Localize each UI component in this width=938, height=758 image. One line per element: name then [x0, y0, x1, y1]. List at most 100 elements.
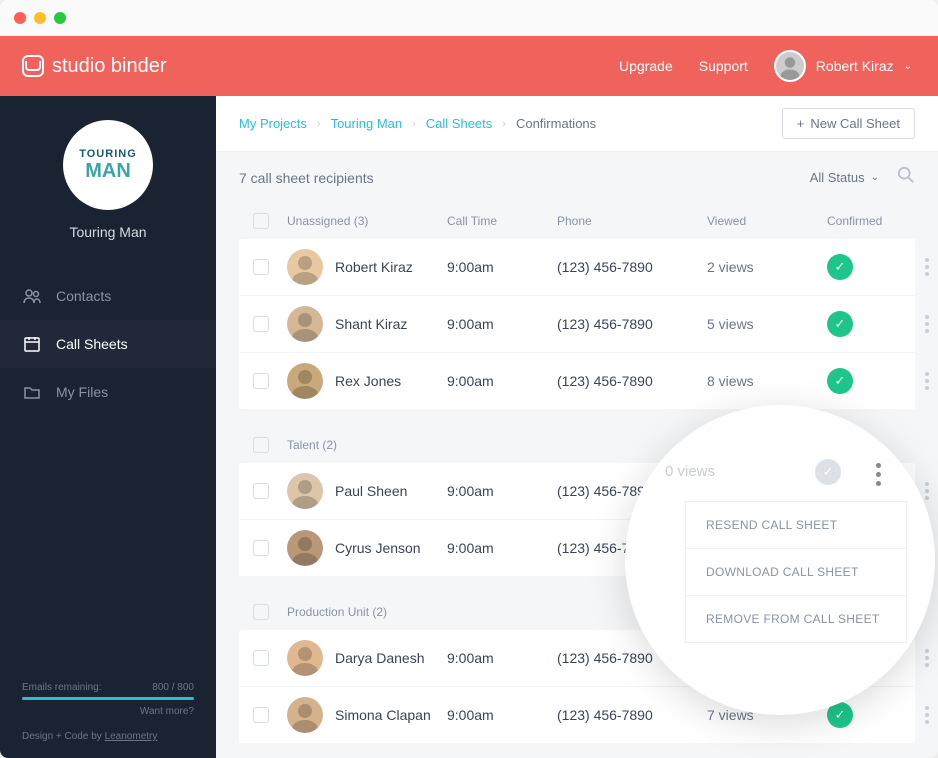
recipient-avatar	[287, 640, 323, 676]
header-right: Upgrade Support Robert Kiraz ⌄	[619, 50, 912, 82]
viewed-count: 8 views	[707, 373, 827, 389]
row-more-icon[interactable]	[917, 315, 937, 333]
contacts-icon	[22, 286, 42, 306]
more-dots-icon[interactable]	[876, 463, 881, 486]
credit-link[interactable]: Leanometry	[105, 731, 158, 742]
call-time: 9:00am	[447, 650, 557, 666]
row-checkbox[interactable]	[253, 540, 269, 556]
maximize-dot[interactable]	[54, 12, 66, 24]
crumb-current: Confirmations	[516, 116, 596, 131]
call-time: 9:00am	[447, 540, 557, 556]
call-time: 9:00am	[447, 373, 557, 389]
new-callsheet-label: New Call Sheet	[810, 116, 900, 131]
minimize-dot[interactable]	[34, 12, 46, 24]
emails-value: 800 / 800	[152, 682, 194, 693]
recipient-avatar	[287, 697, 323, 733]
upgrade-link[interactable]: Upgrade	[619, 58, 673, 74]
group-title: Talent (2)	[287, 438, 447, 452]
folder-icon	[22, 382, 42, 402]
menu-download[interactable]: DOWNLOAD CALL SHEET	[686, 549, 906, 596]
sidebar-item-label: Contacts	[56, 288, 111, 304]
viewed-count: 2 views	[707, 259, 827, 275]
name-cell: Robert Kiraz	[287, 249, 447, 285]
recipient-name: Shant Kiraz	[335, 316, 407, 332]
recipient-group: Unassigned (3) Call Time Phone Viewed Co…	[239, 203, 915, 409]
menu-resend[interactable]: RESEND CALL SHEET	[686, 502, 906, 549]
search-icon[interactable]	[897, 166, 915, 189]
call-time: 9:00am	[447, 483, 557, 499]
user-avatar	[774, 50, 806, 82]
sidebar-item-callsheets[interactable]: Call Sheets	[0, 320, 216, 368]
recipient-name: Cyrus Jenson	[335, 540, 421, 556]
table-row[interactable]: Shant Kiraz 9:00am (123) 456-7890 5 view…	[239, 296, 915, 353]
recipient-name: Paul Sheen	[335, 483, 407, 499]
context-menu-popup: 0 views ✓ RESEND CALL SHEET DOWNLOAD CAL…	[625, 405, 935, 715]
row-checkbox[interactable]	[253, 707, 269, 723]
recipient-avatar	[287, 249, 323, 285]
status-filter-label: All Status	[810, 170, 865, 185]
row-more-icon[interactable]	[917, 258, 937, 276]
new-callsheet-button[interactable]: + New Call Sheet	[782, 108, 915, 139]
row-checkbox[interactable]	[253, 316, 269, 332]
user-menu[interactable]: Robert Kiraz ⌄	[774, 50, 912, 82]
sidebar-item-label: Call Sheets	[56, 336, 128, 352]
project-block[interactable]: TOURING MAN Touring Man	[0, 96, 216, 260]
status-filter[interactable]: All Status ⌄	[810, 170, 879, 185]
want-more-link[interactable]: Want more?	[22, 706, 194, 717]
row-checkbox[interactable]	[253, 650, 269, 666]
crumb-project[interactable]: Touring Man	[331, 116, 403, 131]
logo[interactable]: studio binder	[22, 55, 167, 78]
logo-text: studio binder	[52, 55, 167, 78]
group-checkbox[interactable]	[253, 437, 269, 453]
app-header: studio binder Upgrade Support Robert Kir…	[0, 36, 938, 96]
crumb-projects[interactable]: My Projects	[239, 116, 307, 131]
credit: Design + Code by Leanometry	[22, 731, 194, 742]
sub-header: 7 call sheet recipients All Status ⌄	[216, 152, 938, 203]
group-header: Unassigned (3) Call Time Phone Viewed Co…	[239, 203, 915, 239]
credit-prefix: Design + Code by	[22, 731, 105, 742]
phone: (123) 456-7890	[557, 316, 707, 332]
chevron-right-icon: ›	[317, 118, 321, 130]
sidebar-footer: Emails remaining: 800 / 800 Want more? D…	[0, 666, 216, 758]
sidebar-item-label: My Files	[56, 384, 108, 400]
sidebar-item-myfiles[interactable]: My Files	[0, 368, 216, 416]
name-cell: Rex Jones	[287, 363, 447, 399]
table-row[interactable]: Rex Jones 9:00am (123) 456-7890 8 views …	[239, 353, 915, 409]
sidebar: TOURING MAN Touring Man Contacts Call Sh…	[0, 96, 216, 758]
sidebar-item-contacts[interactable]: Contacts	[0, 272, 216, 320]
recipient-name: Darya Danesh	[335, 650, 425, 666]
project-logo: TOURING MAN	[63, 120, 153, 210]
phone: (123) 456-7890	[557, 373, 707, 389]
plus-icon: +	[797, 116, 805, 131]
name-cell: Paul Sheen	[287, 473, 447, 509]
col-confirmed: Confirmed	[827, 214, 917, 228]
row-checkbox[interactable]	[253, 373, 269, 389]
chevron-right-icon: ›	[502, 118, 506, 130]
recipients-count: 7 call sheet recipients	[239, 170, 374, 186]
emails-progress	[22, 697, 194, 700]
callsheets-icon	[22, 334, 42, 354]
col-phone: Phone	[557, 214, 707, 228]
support-link[interactable]: Support	[699, 58, 748, 74]
group-title: Unassigned (3)	[287, 214, 447, 228]
user-name: Robert Kiraz	[816, 58, 894, 74]
row-checkbox[interactable]	[253, 259, 269, 275]
group-checkbox[interactable]	[253, 604, 269, 620]
name-cell: Shant Kiraz	[287, 306, 447, 342]
row-more-icon[interactable]	[917, 372, 937, 390]
context-menu: RESEND CALL SHEET DOWNLOAD CALL SHEET RE…	[685, 501, 907, 643]
popup-check-off: ✓	[815, 459, 841, 485]
rows: Robert Kiraz 9:00am (123) 456-7890 2 vie…	[239, 239, 915, 409]
group-checkbox[interactable]	[253, 213, 269, 229]
close-dot[interactable]	[14, 12, 26, 24]
crumb-callsheets[interactable]: Call Sheets	[426, 116, 492, 131]
col-viewed: Viewed	[707, 214, 827, 228]
confirmed-badge: ✓	[827, 254, 917, 280]
logo-icon	[22, 55, 44, 77]
menu-remove[interactable]: REMOVE FROM CALL SHEET	[686, 596, 906, 642]
project-logo-line1: TOURING	[79, 148, 137, 160]
table-row[interactable]: Robert Kiraz 9:00am (123) 456-7890 2 vie…	[239, 239, 915, 296]
chevron-down-icon: ⌄	[871, 172, 879, 183]
main-header: My Projects › Touring Man › Call Sheets …	[216, 96, 938, 152]
row-checkbox[interactable]	[253, 483, 269, 499]
